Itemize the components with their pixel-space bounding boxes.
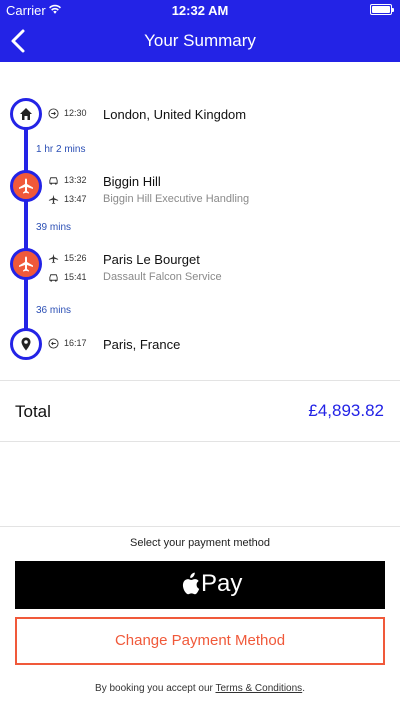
battery-icon	[370, 4, 394, 15]
arrival-time: 15:26	[64, 253, 87, 263]
start-place: London, United Kingdom	[103, 107, 247, 122]
status-bar: Carrier 12:32 AM	[0, 0, 400, 20]
airport-node-biggin	[10, 170, 42, 202]
depart-clock-icon	[48, 108, 59, 119]
payment-prompt: Select your payment method	[129, 537, 271, 549]
apple-pay-label: Pay	[201, 570, 243, 597]
divider	[0, 526, 400, 527]
small-airplane-icon	[48, 253, 59, 264]
airplane-icon	[19, 256, 33, 272]
arrive-time: 16:17	[64, 338, 87, 348]
total-price: £4,893.82	[308, 401, 384, 420]
change-payment-method-button[interactable]: Change Payment Method	[15, 617, 385, 665]
terms-link[interactable]: Terms & Conditions	[215, 683, 302, 694]
handler-name: Dassault Falcon Service	[103, 271, 222, 283]
nav-bar: Your Summary	[0, 20, 400, 62]
leg-duration: 39 mins	[36, 222, 72, 233]
clock: 12:32 AM	[171, 3, 229, 18]
home-node	[10, 98, 42, 130]
apple-pay-button[interactable]: Pay	[15, 561, 385, 609]
departure-time: 15:41	[64, 272, 87, 282]
header-bar: Carrier 12:32 AM Your Summary	[0, 0, 400, 62]
apple-logo-icon	[182, 572, 200, 595]
location-pin-icon	[21, 337, 31, 351]
airport-name: Biggin Hill	[103, 174, 161, 189]
small-airplane-icon	[48, 194, 59, 205]
page-title: Your Summary	[144, 31, 256, 50]
destination-node	[10, 328, 42, 360]
airplane-icon	[19, 178, 33, 194]
handler-name: Biggin Hill Executive Handling	[103, 193, 250, 205]
depart-time: 12:30	[64, 108, 87, 118]
leg-duration: 36 mins	[36, 305, 72, 316]
departure-time: 13:47	[64, 194, 87, 204]
total-row: Total £4,893.82	[0, 381, 400, 441]
end-place: Paris, France	[103, 337, 181, 352]
route-line	[24, 114, 28, 346]
terms-suffix: .	[302, 683, 305, 694]
terms-notice: By booking you accept our Terms & Condit…	[0, 683, 400, 694]
home-icon	[20, 108, 32, 120]
arrival-time: 13:32	[64, 175, 87, 185]
car-icon	[49, 274, 58, 282]
leg-duration: 1 hr 2 mins	[36, 144, 86, 155]
car-icon	[49, 177, 58, 185]
arrive-clock-icon	[48, 338, 59, 349]
airport-name: Paris Le Bourget	[103, 252, 200, 267]
airport-node-le-bourget	[10, 248, 42, 280]
terms-prefix: By booking you accept our	[95, 683, 216, 694]
itinerary: 12:30 London, United Kingdom 1 hr 2 mins…	[0, 62, 400, 380]
divider	[0, 441, 400, 442]
total-label: Total	[15, 402, 51, 421]
